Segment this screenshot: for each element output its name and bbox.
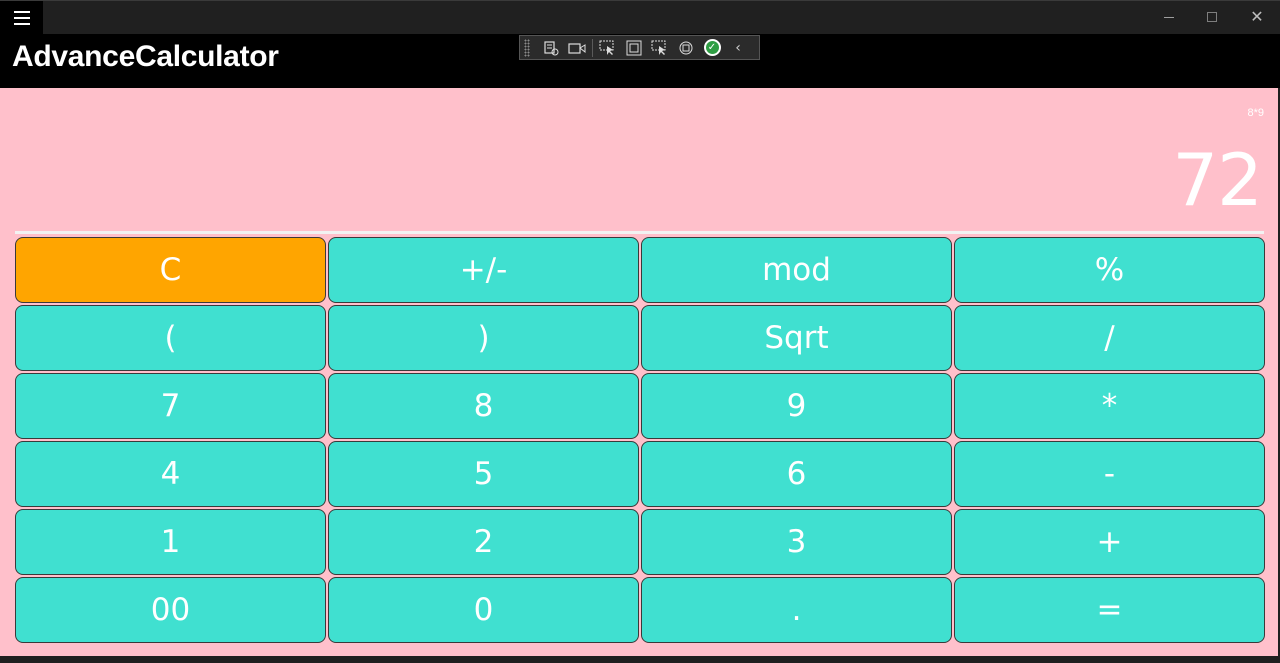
xaml-ok-icon[interactable]: ✓ (699, 37, 725, 59)
equals-button[interactable]: = (954, 577, 1265, 643)
keypad: C +/- mod % ( ) Sqrt / 7 8 9 * 4 5 6 - 1… (15, 237, 1265, 643)
maximize-button[interactable] (1189, 1, 1235, 33)
open-paren-button[interactable]: ( (15, 305, 326, 371)
digit-3-button[interactable]: 3 (641, 509, 952, 575)
toolbar-grip-handle[interactable] (524, 38, 530, 57)
display-divider (15, 231, 1264, 234)
hamburger-line (13, 17, 30, 19)
hamburger-menu-icon[interactable] (0, 1, 43, 35)
negate-button[interactable]: +/- (328, 237, 639, 303)
toolbar-separator (592, 38, 593, 57)
live-visual-tree-icon[interactable] (538, 37, 564, 59)
digit-1-button[interactable]: 1 (15, 509, 326, 575)
clear-button[interactable]: C (15, 237, 326, 303)
minimize-button[interactable] (1146, 1, 1192, 33)
digit-0-button[interactable]: 0 (328, 577, 639, 643)
calculator-body: 8*9 72 C +/- mod % ( ) Sqrt / 7 8 9 * 4 … (0, 88, 1278, 656)
digit-2-button[interactable]: 2 (328, 509, 639, 575)
divide-button[interactable]: / (954, 305, 1265, 371)
close-button[interactable]: ✕ (1234, 1, 1280, 33)
subtract-button[interactable]: - (954, 441, 1265, 507)
app-title: AdvanceCalculator (12, 40, 279, 73)
chevron-left-icon: ‹ (735, 39, 741, 56)
track-focus-icon[interactable] (647, 37, 673, 59)
checkmark-icon: ✓ (703, 39, 721, 56)
hamburger-line (13, 11, 30, 13)
hamburger-line (13, 23, 30, 25)
add-button[interactable]: + (954, 509, 1265, 575)
digit-5-button[interactable]: 5 (328, 441, 639, 507)
minimize-icon (1164, 16, 1174, 18)
maximize-icon (1207, 12, 1217, 22)
double-zero-button[interactable]: 00 (15, 577, 326, 643)
decimal-point-button[interactable]: . (641, 577, 952, 643)
display-layout-adorners-icon[interactable] (621, 37, 647, 59)
window-bottom-edge (0, 656, 1280, 663)
record-icon[interactable] (564, 37, 590, 59)
percent-button[interactable]: % (954, 237, 1265, 303)
collapse-chevron-icon[interactable]: ‹ (725, 37, 751, 59)
digit-8-button[interactable]: 8 (328, 373, 639, 439)
sqrt-button[interactable]: Sqrt (641, 305, 952, 371)
close-paren-button[interactable]: ) (328, 305, 639, 371)
multiply-button[interactable]: * (954, 373, 1265, 439)
result-display: 72 (1172, 138, 1263, 222)
select-element-icon[interactable] (595, 37, 621, 59)
window-title-bar: ✕ (0, 0, 1280, 35)
mod-button[interactable]: mod (641, 237, 952, 303)
digit-6-button[interactable]: 6 (641, 441, 952, 507)
xaml-debug-toolbar: ✓ ‹ (519, 35, 760, 60)
digit-7-button[interactable]: 7 (15, 373, 326, 439)
expression-display: 8*9 (1247, 107, 1264, 119)
hot-reload-icon[interactable] (673, 37, 699, 59)
digit-4-button[interactable]: 4 (15, 441, 326, 507)
digit-9-button[interactable]: 9 (641, 373, 952, 439)
close-icon: ✕ (1250, 7, 1264, 26)
